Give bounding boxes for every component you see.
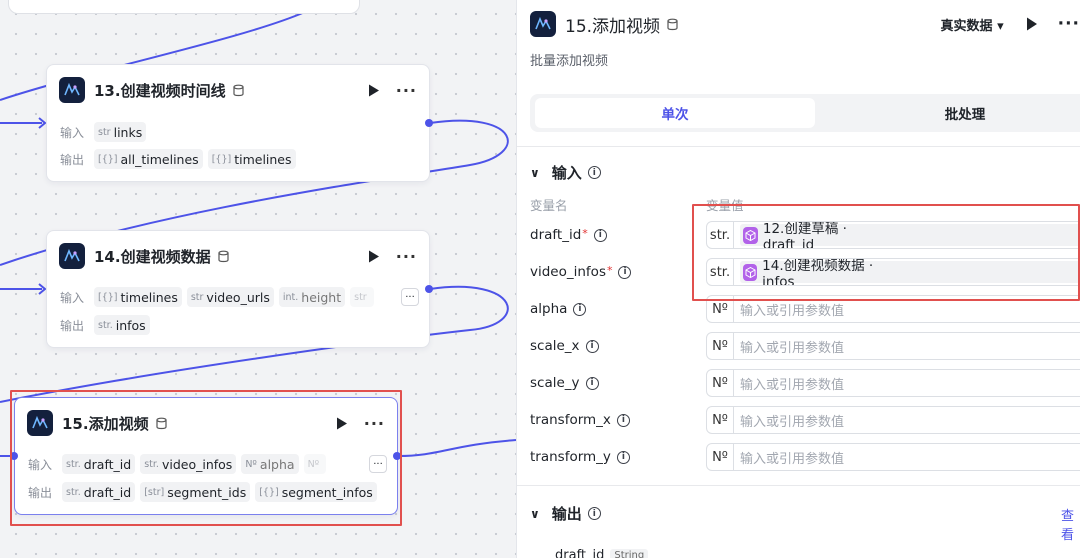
play-icon[interactable]	[368, 250, 380, 263]
param-label: video_infos * i	[530, 264, 632, 280]
param-label: transform_y i	[530, 449, 630, 465]
database-icon	[232, 84, 244, 96]
output-tag: [{}] timelines	[207, 149, 296, 169]
node-create-timeline[interactable]: 13.创建视频时间线 ··· 输入 str links 输出 [{}] all_ti…	[46, 64, 430, 182]
run-mode-tabs: 单次 批处理	[530, 94, 1080, 132]
info-icon[interactable]: i	[587, 166, 601, 179]
input-tag: str	[350, 287, 374, 307]
more-icon[interactable]: ···	[1058, 14, 1080, 34]
input-tag: str links	[94, 122, 147, 142]
more-icon[interactable]: ···	[396, 247, 417, 266]
input-label: 输入	[60, 290, 85, 305]
column-header-name: 变量名	[530, 198, 568, 213]
info-icon[interactable]: i	[585, 376, 599, 390]
play-icon[interactable]	[1026, 17, 1038, 31]
play-icon[interactable]	[368, 84, 380, 97]
tab-batch[interactable]: 批处理	[825, 98, 1080, 128]
output-port[interactable]	[425, 119, 433, 127]
output-label: 输出	[60, 152, 85, 167]
info-icon[interactable]: i	[616, 450, 630, 464]
database-icon	[217, 250, 229, 262]
more-icon[interactable]: ···	[396, 81, 417, 100]
param-label: scale_x i	[530, 338, 599, 354]
workflow-node-icon	[530, 11, 556, 37]
input-tag: int. height	[278, 287, 346, 307]
highlight-box	[10, 390, 402, 526]
node-create-video-data[interactable]: 14.创建视频数据 ··· 输入 [{}] timelines str video_…	[46, 230, 430, 348]
workflow-node-icon	[59, 77, 85, 103]
info-icon[interactable]: i	[616, 413, 630, 427]
info-icon[interactable]: i	[585, 339, 599, 353]
database-icon	[667, 18, 678, 30]
panel-description: 批量添加视频	[530, 54, 609, 69]
input-label: 输入	[60, 125, 85, 140]
node-detail-panel: 15.添加视频 真实数据 ▾ ··· 批量添加视频 单次 批处理 ∨ 输入 i …	[516, 0, 1080, 558]
info-icon[interactable]: i	[573, 302, 587, 316]
node-title: 13.创建视频时间线	[94, 81, 226, 100]
info-icon[interactable]: i	[593, 228, 607, 242]
data-mode-select[interactable]: 真实数据 ▾	[941, 15, 1004, 34]
output-section-header[interactable]: ∨ 输出 i	[530, 503, 601, 524]
chevron-down-icon: ∨	[530, 165, 540, 180]
param-field-scale-y[interactable]: Nº 输入或引用参数值	[706, 369, 1080, 397]
panel-title: 15.添加视频	[565, 16, 661, 37]
workflow-node-icon	[59, 243, 85, 269]
more-inputs-button[interactable]: ···	[401, 288, 419, 306]
tab-single[interactable]: 单次	[535, 98, 815, 128]
param-label: transform_x i	[530, 412, 630, 428]
node-title: 14.创建视频数据	[94, 247, 211, 266]
output-port[interactable]	[425, 285, 433, 293]
output-tag: str. infos	[94, 315, 150, 335]
chevron-down-icon: ▾	[997, 18, 1004, 34]
param-label: draft_id * i	[530, 227, 607, 243]
info-icon[interactable]: i	[587, 507, 601, 520]
param-label: scale_y i	[530, 375, 599, 391]
output-label: 输出	[60, 318, 85, 333]
chevron-down-icon: ∨	[530, 506, 540, 521]
param-field-scale-x[interactable]: Nº 输入或引用参数值	[706, 332, 1080, 360]
param-label: alpha i	[530, 301, 587, 317]
previous-node-stub[interactable]	[8, 0, 360, 14]
view-link[interactable]: 查看	[1061, 505, 1080, 543]
highlight-box	[692, 204, 1080, 301]
output-tag: [{}] all_timelines	[94, 149, 203, 169]
input-section-header[interactable]: ∨ 输入 i	[530, 162, 601, 183]
param-field-transform-y[interactable]: Nº 输入或引用参数值	[706, 443, 1080, 471]
input-tag: str video_urls	[186, 287, 274, 307]
output-item: draft_id String	[555, 548, 649, 558]
info-icon[interactable]: i	[618, 265, 632, 279]
input-tag: [{}] timelines	[94, 287, 182, 307]
param-field-transform-x[interactable]: Nº 输入或引用参数值	[706, 406, 1080, 434]
workflow-canvas[interactable]: 13.创建视频时间线 ··· 输入 str links 输出 [{}] all_ti…	[0, 0, 516, 558]
